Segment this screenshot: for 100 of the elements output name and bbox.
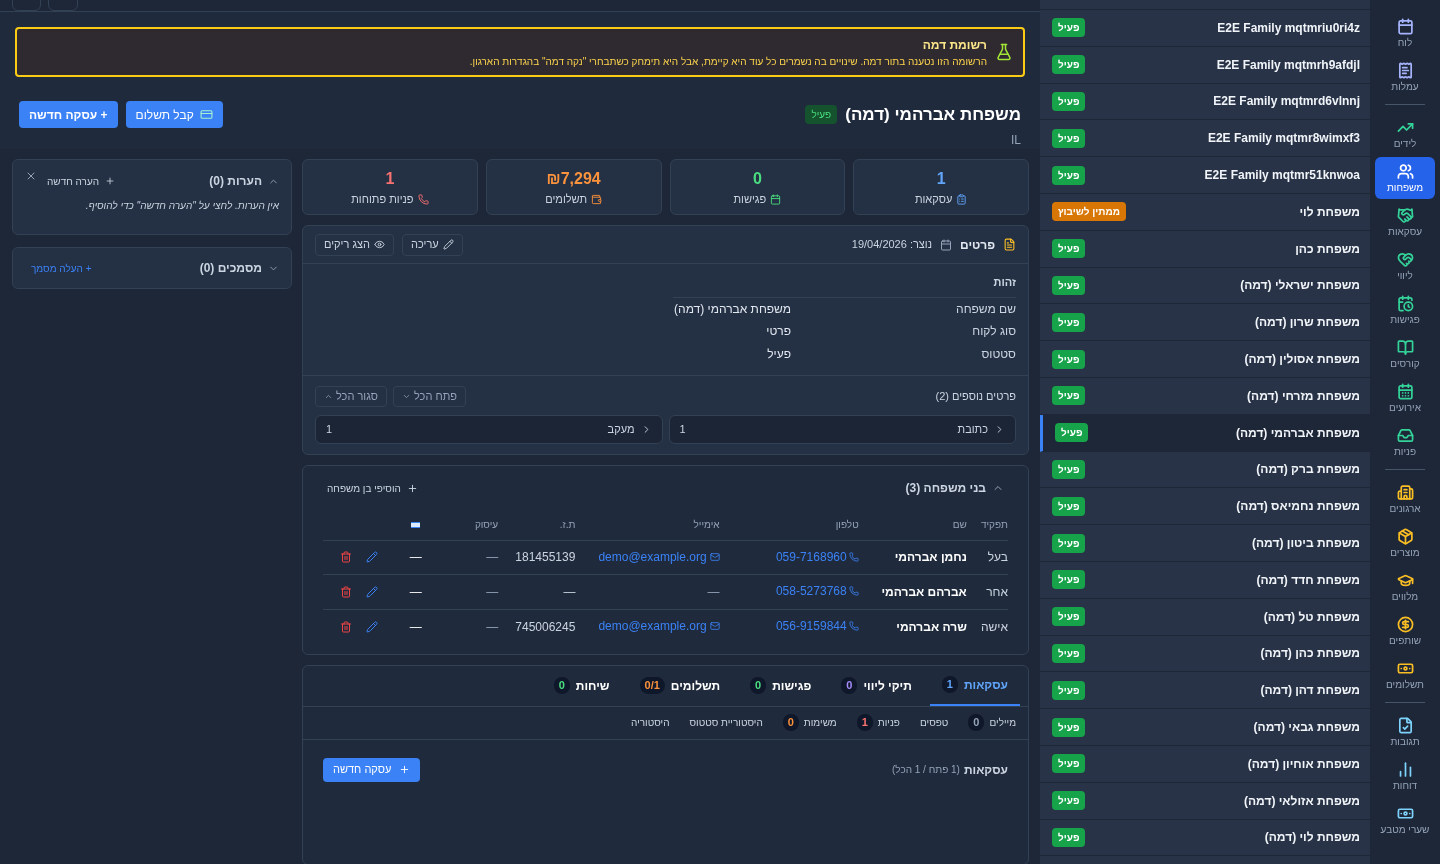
nav-item[interactable]: אירועים [1375,377,1435,419]
nav-item[interactable]: פגישות [1375,289,1435,331]
nav-item[interactable]: לוח [1375,12,1435,54]
edit-button[interactable]: עריכה [402,233,463,256]
nav-item[interactable]: פניות [1375,421,1435,463]
upload-document-button[interactable]: + העלה מסמך [25,260,92,276]
table-cell: — [395,609,437,644]
family-list-item[interactable]: משפחת מזרחי (דמה) פעיל [1040,377,1370,415]
sub-tab[interactable]: היסטוריה [631,715,670,730]
edit-icon[interactable] [366,620,379,633]
family-name: E2E Family mqtmrd6vlnnj [1213,93,1360,111]
family-list-item[interactable]: משפחת ישראלי (דמה) פעיל [1040,267,1370,305]
calendar-icon [770,193,782,205]
table-cell: — [395,540,437,575]
table-cell: — [436,540,499,575]
new-deal-button[interactable]: עסקה חדשה [323,757,421,782]
phone-link[interactable]: 056-9159844 [775,617,859,635]
status-badge: פעיל [1052,349,1086,369]
family-list-item[interactable]: משפחת נחמיאס (דמה) פעיל [1040,488,1370,526]
phone-icon [848,551,859,562]
family-list-item[interactable]: משפחת שרון (דמה) פעיל [1040,304,1370,342]
email-link[interactable]: demo@example.org [598,617,720,635]
plus-icon [399,764,411,775]
phone-link[interactable]: 059-7168960 [775,547,859,566]
family-list-item[interactable]: משפחת אוחיון (דמה) פעיל [1040,745,1370,783]
family-list-item[interactable]: משפחת אזולאי (דמה) פעיל [1040,782,1370,820]
nav-item[interactable]: ליווי [1375,245,1435,287]
flag-icon [411,522,421,529]
family-list-item[interactable]: משפחת אברהמי (דמה) פעיל [1040,414,1370,452]
family-list-item[interactable]: משפחת טל (דמה) פעיל [1040,598,1370,636]
column-header: שם [858,510,967,540]
family-list-item[interactable]: משפחת ברק (דמה) פעיל [1040,451,1370,489]
nav-item[interactable]: שותפים [1375,610,1435,652]
status-badge: פעיל [1052,791,1086,811]
nav-item[interactable]: דוחות [1375,755,1435,797]
status-badge: פעיל [1052,275,1086,295]
column-header: עיסוק [436,510,499,540]
nav-item[interactable]: ארגונים [1375,478,1435,520]
nav-item[interactable]: עמלות [1375,56,1435,98]
count-badge: 0 [968,714,985,731]
field-value: פרטי [765,323,791,341]
table-cell: אברהם אברהמי [858,574,967,609]
edit-icon[interactable] [366,585,379,598]
new-note-button[interactable]: הערה חדשה [47,173,116,189]
status-badge: פעיל [1052,18,1086,38]
delete-icon[interactable] [340,551,353,564]
flask-icon [995,43,1013,61]
nav-item[interactable]: מוצרים [1375,522,1435,564]
table-cell: שרה אברהמי [858,609,967,644]
calendar-icon [940,238,952,251]
family-list-item[interactable]: משפחת כהן (דמה) פעיל [1040,635,1370,673]
nav-item[interactable]: שערי מטבע [1375,799,1435,841]
status-badge: פעיל [805,105,838,124]
nav-item[interactable]: לידים [1375,113,1435,155]
family-list-item[interactable]: משפחת לוי (דמה) פעיל [1040,819,1370,857]
nav-item[interactable]: משפחות [1375,157,1435,199]
family-list-item[interactable]: משפחת גבאי (דמה) פעיל [1040,709,1370,746]
nav-item[interactable]: קורסים [1375,333,1435,375]
nav-item[interactable]: עסקאות [1375,201,1435,243]
receive-payment-button[interactable]: קבל תשלום [125,101,223,128]
family-list-item[interactable]: משפחת אסולין (דמה) פעיל [1040,341,1370,378]
status-badge: פעיל [1052,643,1086,663]
collapse-all-button[interactable]: סגור הכל [315,386,387,407]
close-icon[interactable] [25,170,37,182]
nav-item[interactable]: תשלומים [1375,654,1435,696]
family-name: E2E Family mqtmriu0ri4z [1217,19,1360,37]
delete-icon[interactable] [340,620,353,633]
document-icon [1003,238,1016,251]
sub-tab[interactable]: טפסים [919,715,949,730]
status-badge: פעיל [1052,128,1086,148]
add-member-button[interactable]: הוסיפי בן משפחה [327,480,418,496]
show-empty-button[interactable]: הצג ריקים [315,233,394,256]
family-name: משפחת כהן (דמה) [1260,645,1360,663]
delete-icon[interactable] [340,585,353,598]
family-list-item[interactable]: משפחת ביטון (דמה) פעיל [1040,525,1370,562]
mail-icon [709,551,720,562]
status-badge: פעיל [1052,92,1086,111]
email-link[interactable]: demo@example.org [598,547,720,566]
family-list-item[interactable]: משפחת דהן (דמה) פעיל [1040,672,1370,710]
family-list-item[interactable]: משפחת לוי ממתין לשיבוץ [1040,194,1370,231]
table-cell: — [498,574,576,609]
card-icon [199,108,213,121]
caret-icon [324,392,333,401]
edit-icon[interactable] [366,551,379,564]
sub-tab[interactable]: היסטוריית סטטוס [689,715,763,730]
table-cell: 181455139 [498,540,576,575]
new-deal-button[interactable]: + עסקה חדשה [19,101,118,128]
banner-title: רשומת דמה [921,36,987,54]
family-list-item[interactable]: משפחת כהן פעיל [1040,230,1370,268]
family-name: משפחת ביטון (דמה) [1252,535,1360,553]
expand-all-button[interactable]: פתח הכל [393,386,466,407]
phone-link[interactable]: 058-5273768 [775,582,859,601]
family-list-item[interactable]: משפחת חדד (דמה) פעיל [1040,561,1370,599]
nav-item[interactable]: תגובות [1375,711,1435,753]
status-badge: פעיל [1055,423,1089,443]
nav-item[interactable]: מלווים [1375,566,1435,608]
status-badge: ממתין לשיבוץ [1052,202,1126,222]
family-name: משפחת חדד (דמה) [1256,571,1360,589]
count-badge: 0 [782,714,799,731]
status-badge: פעיל [1052,386,1086,406]
